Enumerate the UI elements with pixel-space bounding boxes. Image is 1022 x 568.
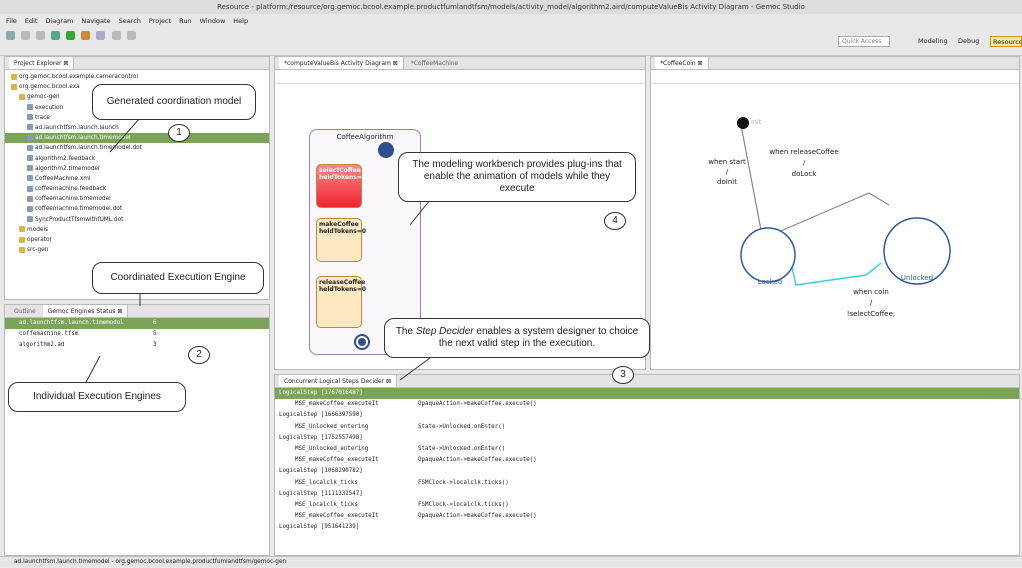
marker-4: 4 bbox=[604, 212, 626, 230]
callout-modeling-workbench: The modeling workbench provides plug-ins… bbox=[398, 152, 636, 202]
callout-coordinated-engine: Coordinated Execution Engine bbox=[92, 262, 264, 294]
marker-2: 2 bbox=[188, 346, 210, 364]
callout-coordination-model: Generated coordination model bbox=[92, 84, 256, 120]
callout-step-decider: The Step Decider enables a system design… bbox=[384, 318, 650, 358]
callout-individual-engines: Individual Execution Engines bbox=[8, 382, 186, 412]
marker-3: 3 bbox=[612, 366, 634, 384]
marker-1: 1 bbox=[168, 124, 190, 142]
